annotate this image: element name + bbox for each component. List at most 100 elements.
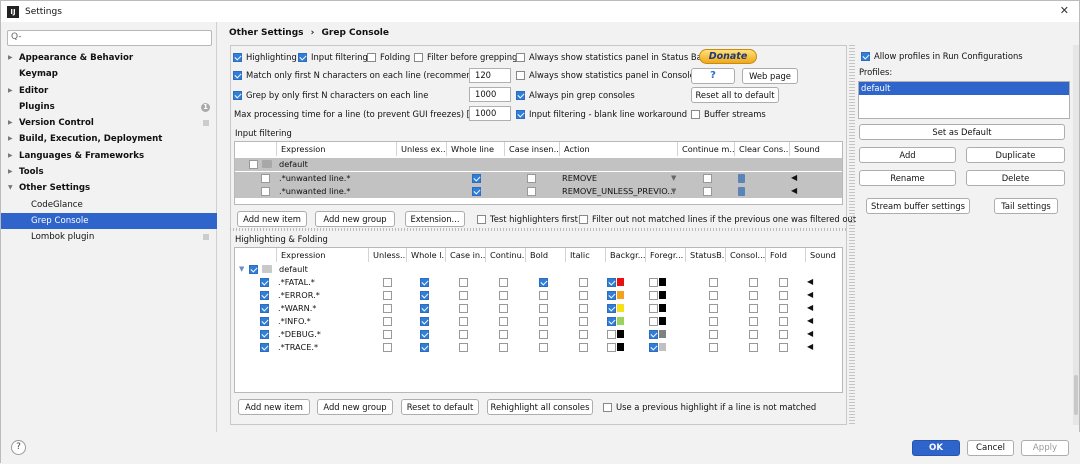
checkbox-box[interactable] — [233, 70, 242, 80]
background-color-swatch[interactable] — [617, 343, 624, 351]
expression-cell[interactable]: .*unwanted line.* — [275, 172, 351, 185]
tail-settings-button[interactable]: Tail settings — [994, 198, 1058, 214]
reset-to-default-button[interactable]: Reset to default — [401, 399, 479, 415]
foreground-color-swatch[interactable] — [659, 291, 666, 299]
continue-checkbox[interactable] — [703, 187, 712, 196]
grep-only-checkbox[interactable]: Grep by only first N characters on each … — [233, 90, 428, 100]
filter-before-grepping-checkbox[interactable]: Filter before grepping — [414, 52, 517, 62]
continue-checkbox[interactable] — [703, 174, 712, 183]
case-insensitive-checkbox[interactable] — [527, 187, 536, 196]
reset-all-button[interactable]: Reset all to default — [691, 87, 779, 103]
foreground-color-swatch[interactable] — [659, 317, 666, 325]
background-checkbox[interactable] — [607, 278, 616, 287]
set-as-default-button[interactable]: Set as Default — [859, 124, 1065, 140]
checkbox-box[interactable] — [516, 109, 525, 119]
cancel-button[interactable]: Cancel — [967, 440, 1014, 456]
ok-button[interactable]: OK — [912, 440, 960, 456]
dropdown-arrow-icon[interactable]: ▼ — [667, 172, 676, 185]
allow-profiles-checkbox[interactable]: Allow profiles in Run Configurations — [861, 51, 1023, 61]
sidebar-item-grep-console[interactable]: Grep Console — [1, 212, 217, 230]
sidebar-item-build[interactable]: ▶ Build, Execution, Deployment — [1, 131, 217, 147]
dropdown-arrow-icon[interactable]: ▼ — [667, 185, 676, 198]
background-color-swatch[interactable] — [617, 317, 624, 325]
expression-cell[interactable]: .*WARN.* — [274, 302, 316, 315]
background-color-swatch[interactable] — [617, 278, 624, 286]
sidebar-item-tools[interactable]: ▶ Tools — [1, 164, 217, 180]
unless-checkbox[interactable] — [383, 278, 392, 287]
unless-checkbox[interactable] — [383, 330, 392, 339]
checkbox-box[interactable] — [414, 52, 423, 62]
extension-button[interactable]: Extension... — [405, 211, 465, 227]
foreground-color-swatch[interactable] — [659, 278, 666, 286]
search-input[interactable]: Q- — [7, 30, 212, 46]
whole-line-checkbox[interactable] — [472, 174, 481, 183]
profiles-list[interactable]: default — [858, 81, 1070, 119]
column-header[interactable]: Expression — [277, 142, 397, 156]
grep-only-input[interactable]: 1000 — [469, 87, 511, 102]
case-insensitive-checkbox[interactable] — [459, 278, 468, 287]
checkbox-box[interactable] — [233, 90, 242, 100]
column-header[interactable] — [235, 142, 277, 156]
console-checkbox[interactable] — [749, 317, 758, 326]
test-highlighters-checkbox[interactable]: Test highlighters first — [477, 214, 578, 224]
italic-checkbox[interactable] — [579, 317, 588, 326]
console-checkbox[interactable] — [749, 304, 758, 313]
foreground-color-swatch[interactable] — [659, 330, 666, 338]
checkbox-box[interactable] — [516, 52, 525, 62]
donate-button[interactable]: Donate — [699, 49, 757, 64]
foreground-checkbox[interactable] — [649, 330, 658, 339]
whole-line-checkbox[interactable] — [420, 291, 429, 300]
console-checkbox[interactable] — [749, 343, 758, 352]
fold-checkbox[interactable] — [779, 330, 788, 339]
add-new-group-button[interactable]: Add new group — [317, 399, 393, 415]
continue-checkbox[interactable] — [499, 330, 508, 339]
bold-checkbox[interactable] — [539, 304, 548, 313]
foreground-color-swatch[interactable] — [659, 304, 666, 312]
sidebar-item-plugins[interactable]: Plugins 1 — [1, 99, 217, 115]
column-header[interactable]: Continue m... — [678, 142, 735, 156]
enabled-checkbox[interactable] — [260, 330, 269, 339]
expression-cell[interactable]: .*INFO.* — [274, 315, 311, 328]
fold-checkbox[interactable] — [779, 317, 788, 326]
background-checkbox[interactable] — [607, 343, 616, 352]
splitter[interactable] — [230, 228, 847, 231]
column-header[interactable]: Clear Cons... — [735, 142, 790, 156]
action-select[interactable]: REMOVE — [558, 172, 597, 185]
sound-icon[interactable]: ◀ — [807, 291, 815, 299]
console-checkbox[interactable] — [749, 278, 758, 287]
sound-icon[interactable]: ◀ — [807, 317, 815, 325]
match-only-checkbox[interactable]: Match only first N characters on each li… — [233, 70, 491, 80]
sidebar-item-codeglance[interactable]: CodeGlance — [1, 197, 217, 213]
blank-line-checkbox[interactable]: Input filtering - blank line workaround — [516, 109, 687, 119]
column-header[interactable]: Sound — [790, 142, 842, 156]
sound-icon[interactable]: ◀ — [791, 187, 799, 195]
continue-checkbox[interactable] — [499, 317, 508, 326]
table-row[interactable]: .*ERROR.* ◀ — [234, 289, 843, 302]
clear-console-icon[interactable] — [738, 174, 745, 183]
bold-checkbox[interactable] — [539, 330, 548, 339]
background-color-swatch[interactable] — [617, 330, 624, 338]
breadcrumb-parent[interactable]: Other Settings — [229, 28, 304, 38]
vertical-scrollbar[interactable] — [1073, 45, 1079, 425]
rehighlight-button[interactable]: Rehighlight all consoles — [487, 399, 593, 415]
checkbox-box[interactable] — [579, 214, 588, 224]
bold-checkbox[interactable] — [539, 317, 548, 326]
expression-cell[interactable]: .*DEBUG.* — [274, 328, 321, 341]
enabled-checkbox[interactable] — [249, 160, 258, 169]
checkbox-box[interactable] — [516, 90, 525, 100]
statusbar-checkbox[interactable] — [709, 304, 718, 313]
enabled-checkbox[interactable] — [260, 278, 269, 287]
background-checkbox[interactable] — [607, 304, 616, 313]
unless-checkbox[interactable] — [383, 343, 392, 352]
panel-splitter[interactable] — [849, 45, 855, 425]
whole-line-checkbox[interactable] — [420, 304, 429, 313]
whole-line-checkbox[interactable] — [420, 330, 429, 339]
continue-checkbox[interactable] — [499, 343, 508, 352]
column-header[interactable]: Case insen... — [505, 142, 560, 156]
sidebar-item-appearance[interactable]: ▶ Appearance & Behavior — [1, 50, 217, 66]
background-checkbox[interactable] — [607, 317, 616, 326]
table-row[interactable]: .*WARN.* ◀ — [234, 302, 843, 315]
statusbar-checkbox[interactable] — [709, 330, 718, 339]
continue-checkbox[interactable] — [499, 278, 508, 287]
continue-checkbox[interactable] — [499, 291, 508, 300]
